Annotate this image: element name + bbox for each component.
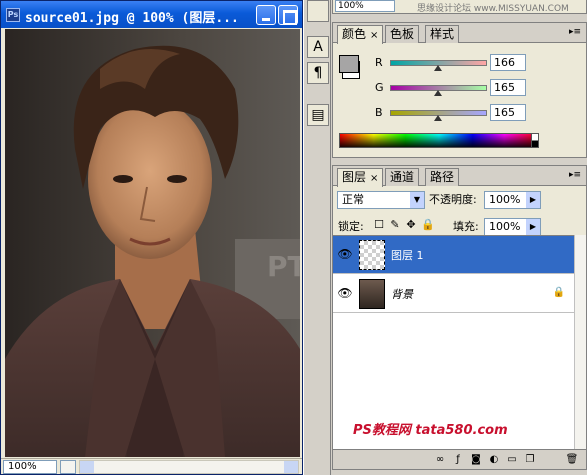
zoom-field[interactable]: 100% [3,460,57,474]
paragraph-char-icon[interactable]: A [307,36,329,58]
layer-name: 图层 1 [391,249,424,262]
palette-dock-strip: A ¶ ▤ [303,0,331,475]
panel-menu-icon[interactable]: ▸≡ [568,27,582,39]
opacity-label: 不透明度: [429,193,477,206]
scroll-left-arrow[interactable] [80,461,94,473]
blend-opacity-row: 正常 ▼ 不透明度: 100% ▶ [333,190,586,212]
chevron-right-icon[interactable]: ▶ [526,192,540,208]
layers-panel-tabs: 图层 × 通道 路径 ▸≡ [333,166,586,187]
panel-menu-icon[interactable]: ▸≡ [568,170,582,182]
watermark-top: 思缘设计论坛 www.MISSYUAN.COM [417,4,569,14]
new-layer-icon[interactable]: ❐ [523,453,537,467]
status-bar: 100% [1,458,302,474]
layers-scrollbar[interactable] [574,235,586,449]
portrait-photo: PT [5,29,300,457]
lock-paint-icon[interactable]: ✎ [389,219,401,231]
tab-color[interactable]: 颜色 × [337,25,384,44]
close-icon[interactable]: × [370,30,378,41]
maximize-button[interactable] [278,5,298,25]
top-palette-strip: 100% 思缘设计论坛 www.MISSYUAN.COM [332,0,587,14]
folder-icon[interactable]: ▭ [505,453,519,467]
lock-move-icon[interactable]: ✥ [405,219,417,231]
fill-input[interactable]: 100% ▶ [484,218,541,236]
document-window: Ps source01.jpg @ 100% (图层... PT 100% [0,0,303,475]
slider-red: R 166 [375,53,585,73]
document-title-bar[interactable]: Ps source01.jpg @ 100% (图层... [1,1,302,28]
black-white-ramp[interactable] [531,133,539,148]
green-slider-thumb[interactable] [434,90,442,96]
slider-green: G 165 [375,78,585,98]
lock-transparency-icon[interactable]: ☐ [373,219,385,231]
image-canvas[interactable]: PT [5,29,300,457]
layer-thumbnail [359,279,385,309]
color-spectrum-ramp[interactable] [339,133,539,148]
top-value-field[interactable]: 100% [335,0,395,12]
opacity-input[interactable]: 100% ▶ [484,191,541,209]
tool-preset-icon[interactable] [307,0,329,22]
blue-slider-thumb[interactable] [434,115,442,121]
fill-label: 填充: [453,220,479,233]
eye-icon[interactable]: 👁 [336,246,354,262]
adjustment-icon[interactable]: ◐ [487,453,501,467]
layer-row-layer1[interactable]: 👁 图层 1 [333,236,574,274]
chevron-down-icon: ▼ [410,192,424,208]
lock-icon: 🔒 [552,287,565,298]
layers-panel: 图层 × 通道 路径 ▸≡ 正常 ▼ 不透明度: 100% ▶ 锁定: ☐ ✎ ✥… [332,165,587,470]
blue-value-input[interactable]: 165 [490,104,526,121]
status-info-icon[interactable] [60,460,76,474]
lock-all-icon[interactable]: 🔒 [421,219,435,231]
watermark-bottom: PS教程网 tata580.com [353,423,508,438]
slider-blue: B 165 [375,103,585,123]
eye-icon[interactable]: 👁 [336,285,354,301]
tab-styles[interactable]: 样式 [425,25,460,43]
foreground-color-swatch[interactable] [339,55,359,73]
svg-text:PT: PT [267,250,300,283]
layers-bottom-bar: ∞ ƒ ◙ ◐ ▭ ❐ 🗑 [333,449,586,469]
scroll-right-arrow[interactable] [284,461,298,473]
red-slider-thumb[interactable] [434,65,442,71]
tab-paths[interactable]: 路径 [425,168,460,186]
green-value-input[interactable]: 165 [490,79,526,96]
layer-row-background[interactable]: 👁 背景 🔒 [333,275,574,313]
color-panel: 颜色 × 色板 样式 ▸≡ R 166 G 165 B 165 [332,22,587,158]
fx-icon[interactable]: ƒ [451,453,465,467]
minimize-button[interactable] [256,5,276,25]
document-title: source01.jpg @ 100% (图层... [25,11,239,26]
chevron-right-icon[interactable]: ▶ [526,219,540,235]
red-value-input[interactable]: 166 [490,54,526,71]
layer-name: 背景 [391,288,413,301]
mask-icon[interactable]: ◙ [469,453,483,467]
tab-layers[interactable]: 图层 × [337,168,384,187]
color-panel-tabs: 颜色 × 色板 样式 ▸≡ [333,23,586,44]
layer-thumbnail [359,240,385,270]
tab-swatches[interactable]: 色板 [385,25,420,43]
blend-mode-select[interactable]: 正常 ▼ [337,191,425,209]
link-icon[interactable]: ∞ [433,453,447,467]
photoshop-icon: Ps [6,8,20,22]
layers-list: 👁 图层 1 👁 背景 🔒 PS教程网 tata580.com [333,235,574,449]
close-icon[interactable]: × [370,173,378,184]
pilcrow-icon[interactable]: ¶ [307,62,329,84]
horizontal-scrollbar[interactable] [79,460,299,474]
lock-label: 锁定: [338,220,364,233]
tab-channels[interactable]: 通道 [385,168,420,186]
trash-icon[interactable]: 🗑 [565,453,579,467]
notes-icon[interactable]: ▤ [307,104,329,126]
